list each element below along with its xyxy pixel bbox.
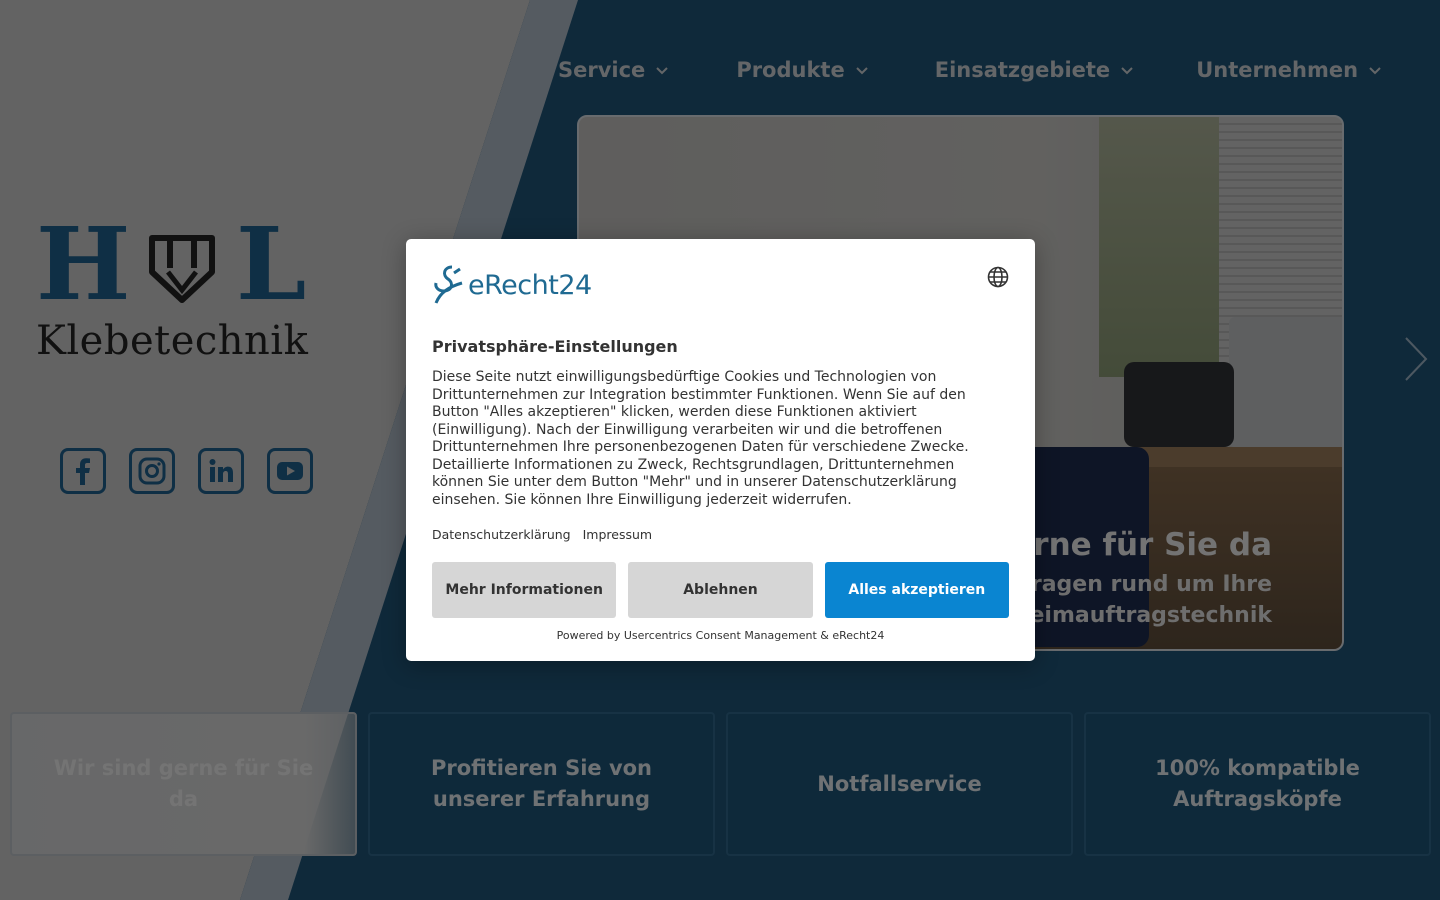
powered-by-text: Powered by Usercentrics Consent Manageme… [556, 629, 885, 642]
more-info-button[interactable]: Mehr Informationen [432, 562, 617, 618]
deny-label: Ablehnen [683, 582, 758, 598]
consent-links: Datenschutzerklärung Impressum [432, 527, 1009, 542]
more-info-label: Mehr Informationen [445, 582, 603, 598]
erecht24-mark-icon [434, 265, 463, 304]
deny-button[interactable]: Ablehnen [628, 562, 813, 618]
erecht24-brand-text: eRecht24 [468, 269, 592, 301]
consent-buttons: Mehr Informationen Ablehnen Alles akzept… [432, 562, 1009, 618]
language-globe-icon[interactable] [987, 266, 1009, 288]
consent-body: Diese Seite nutzt einwilligungsbedürftig… [432, 369, 969, 508]
accept-all-label: Alles akzeptieren [848, 582, 986, 598]
accept-all-button[interactable]: Alles akzeptieren [824, 562, 1009, 618]
erecht24-logo: eRecht24 [432, 265, 1009, 305]
consent-dialog: eRecht24 Privatsphäre-Einstellungen Dies… [406, 239, 1035, 661]
consent-title: Privatsphäre-Einstellungen [432, 337, 678, 356]
privacy-policy-link[interactable]: Datenschutzerklärung [432, 527, 571, 542]
imprint-link[interactable]: Impressum [583, 527, 652, 542]
